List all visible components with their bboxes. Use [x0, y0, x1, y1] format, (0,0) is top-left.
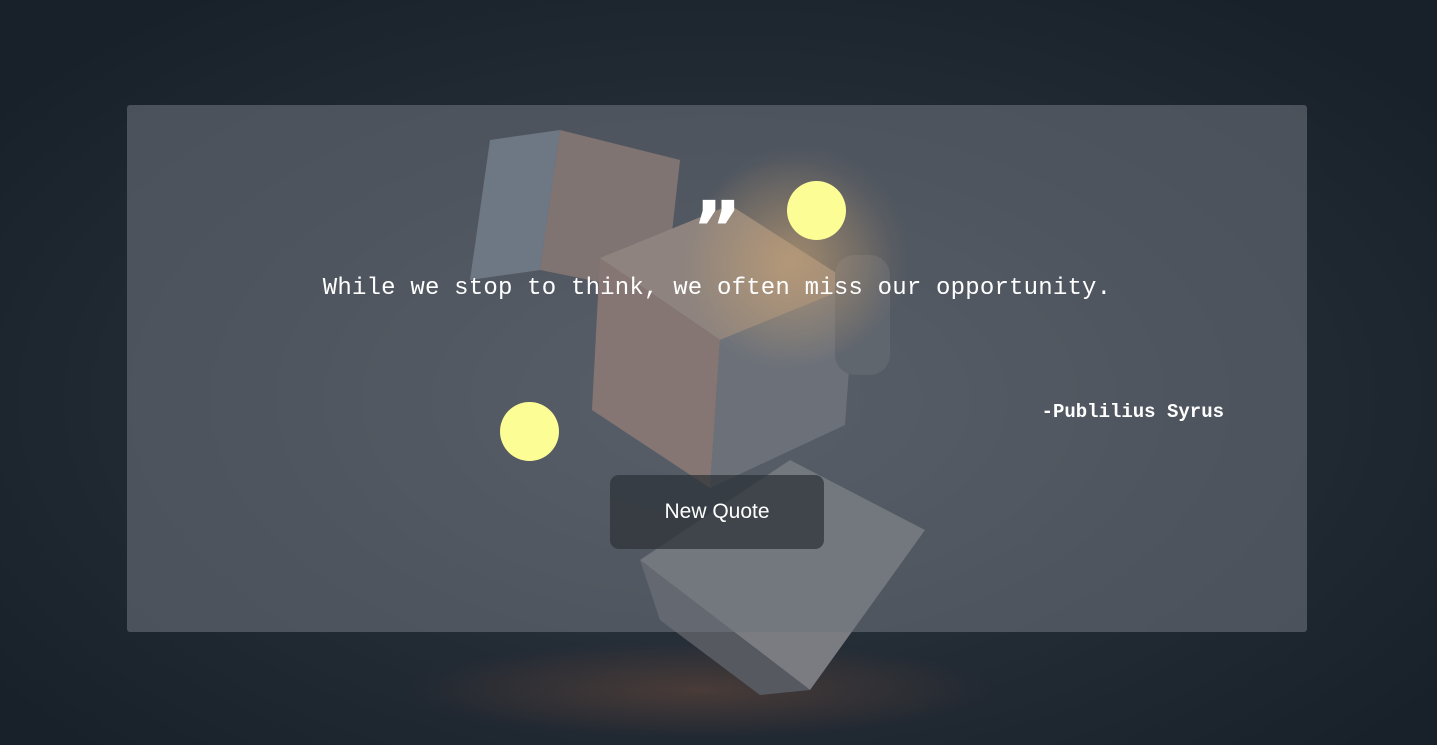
- yellow-circle-decoration: [500, 402, 559, 461]
- quote-text: While we stop to think, we often miss ou…: [322, 275, 1112, 302]
- quote-card: ” While we stop to think, we often miss …: [127, 105, 1307, 632]
- quote-icon: ”: [692, 184, 742, 273]
- quote-author: -Publilius Syrus: [1041, 401, 1224, 423]
- new-quote-button[interactable]: New Quote: [610, 475, 824, 549]
